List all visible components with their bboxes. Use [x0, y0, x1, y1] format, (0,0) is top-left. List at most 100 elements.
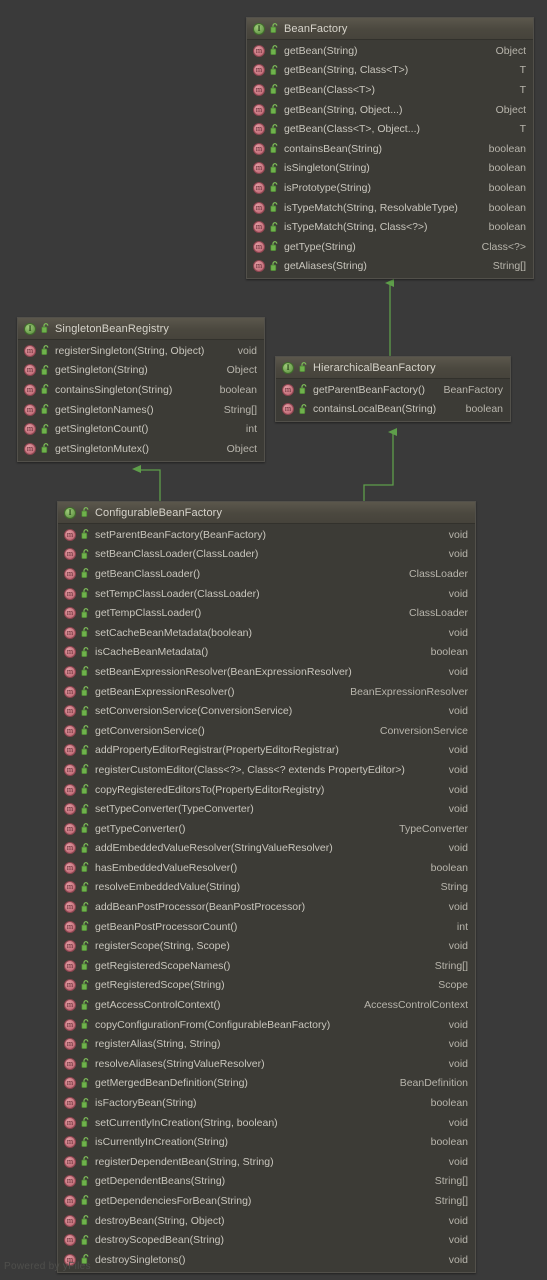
- class-header[interactable]: I ConfigurableBeanFactory: [58, 502, 475, 524]
- member-row[interactable]: m registerScope(String, Scope) void: [58, 936, 475, 956]
- member-row[interactable]: m copyConfigurationFrom(ConfigurableBeanF…: [58, 1015, 475, 1035]
- member-row[interactable]: m getRegisteredScopeNames() String[]: [58, 956, 475, 976]
- member-row[interactable]: m setParentBeanFactory(BeanFactory) void: [58, 525, 475, 545]
- method-icon: m: [64, 901, 76, 914]
- method-icon: m: [64, 920, 76, 933]
- member-row[interactable]: m resolveEmbeddedValue(String) String: [58, 878, 475, 898]
- member-row[interactable]: m setBeanClassLoader(ClassLoader) void: [58, 545, 475, 565]
- member-row[interactable]: m destroyScopedBean(String) void: [58, 1230, 475, 1250]
- uml-class-configurable-bean-factory[interactable]: I ConfigurableBeanFactory m setParentBean…: [57, 501, 476, 1273]
- member-row[interactable]: m containsSingleton(String) boolean: [18, 380, 264, 400]
- member-row[interactable]: m getBean(Class<T>) T: [247, 80, 533, 100]
- public-visibility-icon: [41, 423, 50, 435]
- member-row[interactable]: m getDependenciesForBean(String) String[]: [58, 1191, 475, 1211]
- method-icon: m: [64, 705, 76, 718]
- member-row[interactable]: m getParentBeanFactory() BeanFactory: [276, 380, 510, 400]
- uml-class-hierarchical-bean-factory[interactable]: I HierarchicalBeanFactory m getParentBea…: [275, 356, 511, 423]
- member-row[interactable]: m registerDependentBean(String, String) vo…: [58, 1152, 475, 1172]
- member-row[interactable]: m containsBean(String) boolean: [247, 139, 533, 159]
- public-visibility-icon: [81, 960, 90, 971]
- method-icon: m: [64, 587, 76, 600]
- member-row[interactable]: m isTypeMatch(String, Class<?>) boolean: [247, 217, 533, 237]
- member-row[interactable]: m getBean(Class<T>, Object...) T: [247, 119, 533, 139]
- method-icon: m: [64, 548, 76, 561]
- method-icon: m: [64, 1136, 76, 1149]
- member-row[interactable]: m setBeanExpressionResolver(BeanExpressio…: [58, 662, 475, 682]
- public-visibility-icon: [81, 607, 90, 619]
- member-row[interactable]: m addEmbeddedValueResolver(StringValueRes…: [58, 839, 475, 859]
- member-row[interactable]: m getTypeConverter() TypeConverter: [58, 819, 475, 839]
- uml-class-singleton-bean-registry[interactable]: I SingletonBeanRegistry m registerSingle…: [17, 317, 265, 462]
- member-row[interactable]: m getBeanExpressionResolver() BeanExpressi…: [58, 682, 475, 702]
- member-signature: registerCustomEditor(Class<?>, Class<? e…: [95, 763, 405, 776]
- member-row[interactable]: m getBean(String, Class<T>) T: [247, 61, 533, 81]
- member-row[interactable]: m setTempClassLoader(ClassLoader) void: [58, 584, 475, 604]
- member-row[interactable]: m getConversionService() ConversionService: [58, 721, 475, 741]
- public-visibility-icon: [270, 123, 279, 135]
- member-row[interactable]: m copyRegisteredEditorsTo(PropertyEditorR…: [58, 780, 475, 800]
- member-return-type: int: [456, 920, 468, 933]
- member-row[interactable]: m isFactoryBean(String) boolean: [58, 1093, 475, 1113]
- member-row[interactable]: m setConversionService(ConversionService)…: [58, 701, 475, 721]
- member-row[interactable]: m hasEmbeddedValueResolver() boolean: [58, 858, 475, 878]
- member-row[interactable]: m getSingletonNames() String[]: [18, 400, 264, 420]
- member-return-type: boolean: [219, 383, 257, 396]
- class-header[interactable]: I SingletonBeanRegistry: [18, 318, 264, 340]
- public-visibility-icon: [270, 221, 279, 233]
- member-row[interactable]: m isCacheBeanMetadata() boolean: [58, 643, 475, 663]
- member-row[interactable]: m getSingletonCount() int: [18, 419, 264, 439]
- member-row[interactable]: m getTempClassLoader() ClassLoader: [58, 603, 475, 623]
- member-row[interactable]: m isTypeMatch(String, ResolvableType) bo…: [247, 198, 533, 218]
- member-row[interactable]: m getSingleton(String) Object: [18, 361, 264, 381]
- member-row[interactable]: m destroyBean(String, Object) void: [58, 1211, 475, 1231]
- member-return-type: String[]: [434, 1194, 468, 1207]
- member-row[interactable]: m registerCustomEditor(Class<?>, Class<? …: [58, 760, 475, 780]
- public-visibility-icon: [81, 1117, 90, 1128]
- member-row[interactable]: m getMergedBeanDefinition(String) BeanDefi…: [58, 1074, 475, 1094]
- member-signature: registerScope(String, Scope): [95, 940, 230, 953]
- method-icon: m: [64, 607, 76, 620]
- member-row[interactable]: m isPrototype(String) boolean: [247, 178, 533, 198]
- member-signature: isTypeMatch(String, ResolvableType): [284, 201, 458, 214]
- member-return-type: void: [448, 940, 468, 953]
- member-row[interactable]: m getBeanPostProcessorCount() int: [58, 917, 475, 937]
- member-row[interactable]: m destroySingletons() void: [58, 1250, 475, 1270]
- member-row[interactable]: m getSingletonMutex() Object: [18, 439, 264, 459]
- public-visibility-icon: [81, 705, 90, 717]
- member-row[interactable]: m getDependentBeans(String) String[]: [58, 1172, 475, 1192]
- member-row[interactable]: m registerSingleton(String, Object) void: [18, 341, 264, 361]
- public-visibility-icon: [81, 1136, 90, 1148]
- member-row[interactable]: m getAccessControlContext() AccessControlC…: [58, 995, 475, 1015]
- member-return-type: void: [448, 1057, 468, 1070]
- member-row[interactable]: m registerAlias(String, String) void: [58, 1034, 475, 1054]
- public-visibility-icon: [81, 940, 90, 952]
- member-row[interactable]: m setCurrentlyInCreation(String, boolean)…: [58, 1113, 475, 1133]
- member-row[interactable]: m resolveAliases(StringValueResolver) void: [58, 1054, 475, 1074]
- member-row[interactable]: m setTypeConverter(TypeConverter) void: [58, 799, 475, 819]
- class-header[interactable]: I HierarchicalBeanFactory: [276, 357, 510, 379]
- member-row[interactable]: m containsLocalBean(String) boolean: [276, 400, 510, 420]
- member-signature: resolveEmbeddedValue(String): [95, 881, 241, 894]
- member-row[interactable]: m isSingleton(String) boolean: [247, 159, 533, 179]
- public-visibility-icon: [270, 182, 279, 193]
- member-row[interactable]: m getBean(String) Object: [247, 41, 533, 61]
- member-row[interactable]: m setCacheBeanMetadata(boolean) void: [58, 623, 475, 643]
- method-icon: m: [64, 665, 76, 678]
- member-row[interactable]: m addPropertyEditorRegistrar(PropertyEdit…: [58, 741, 475, 761]
- method-icon: m: [24, 383, 36, 396]
- member-row[interactable]: m getAliases(String) String[]: [247, 257, 533, 277]
- member-row[interactable]: m isCurrentlyInCreation(String) boolean: [58, 1132, 475, 1152]
- class-name: BeanFactory: [284, 22, 348, 35]
- method-icon: m: [24, 423, 36, 436]
- public-visibility-icon: [270, 23, 279, 34]
- member-row[interactable]: m addBeanPostProcessor(BeanPostProcessor)…: [58, 897, 475, 917]
- member-row[interactable]: m getBeanClassLoader() ClassLoader: [58, 564, 475, 584]
- uml-class-bean-factory[interactable]: I BeanFactory m getBean(String) Object m: [246, 17, 534, 280]
- member-return-type: boolean: [488, 162, 526, 175]
- member-signature: getBeanPostProcessorCount(): [95, 920, 238, 933]
- member-return-type: void: [448, 783, 468, 796]
- member-row[interactable]: m getBean(String, Object...) Object: [247, 100, 533, 120]
- class-header[interactable]: I BeanFactory: [247, 18, 533, 40]
- member-row[interactable]: m getRegisteredScope(String) Scope: [58, 976, 475, 996]
- member-row[interactable]: m getType(String) Class<?>: [247, 237, 533, 257]
